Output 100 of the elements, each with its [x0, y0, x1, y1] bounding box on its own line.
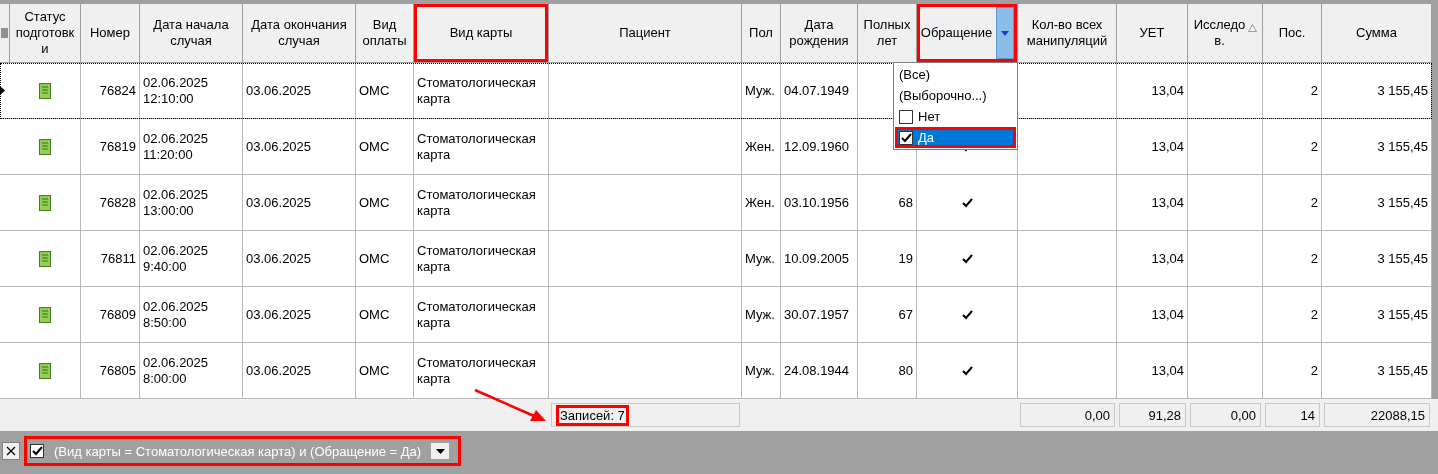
- table-cell: Стоматологическая карта: [414, 63, 549, 118]
- table-cell: 76819: [81, 119, 140, 174]
- table-cell: 02.06.2025 13:00:00: [143, 186, 209, 219]
- column-header[interactable]: Вид оплаты: [356, 4, 414, 62]
- table-cell: 03.06.2025: [243, 119, 356, 174]
- document-icon: [39, 362, 51, 379]
- table-cell: 76809: [81, 287, 140, 342]
- column-header[interactable]: Кол-во всех манипуляций: [1018, 4, 1117, 62]
- table-cell: 76805: [81, 343, 140, 398]
- table-cell: 13,04: [1117, 231, 1188, 286]
- document-icon: [39, 250, 51, 267]
- table-cell: ОМС: [356, 175, 414, 230]
- table-cell: 12.09.1960: [781, 119, 858, 174]
- document-icon: [39, 138, 51, 155]
- table-cell: 13,04: [1117, 175, 1188, 230]
- table-cell: Муж.: [742, 231, 781, 286]
- table-cell: 03.06.2025: [243, 343, 356, 398]
- table-cell: ОМС: [356, 63, 414, 118]
- table-cell: 02.06.2025 9:40:00: [143, 242, 209, 275]
- total-cell: 91,28: [1119, 403, 1186, 427]
- column-header[interactable]: Вид карты: [414, 4, 549, 62]
- table-cell: Стоматологическая карта: [414, 119, 549, 174]
- table-cell: 2: [1263, 63, 1322, 118]
- column-header[interactable]: Дата окончания случая: [243, 4, 356, 62]
- table-cell: ОМС: [356, 287, 414, 342]
- table-cell: ОМС: [356, 119, 414, 174]
- close-button[interactable]: [2, 442, 20, 460]
- table-cell: 03.06.2025: [243, 231, 356, 286]
- table-cell: 2: [1263, 343, 1322, 398]
- total-cell: 14: [1265, 403, 1320, 427]
- column-header[interactable]: Номер: [81, 4, 140, 62]
- table-cell: 67: [858, 287, 917, 342]
- table-cell: 80: [858, 343, 917, 398]
- table-cell: 02.06.2025 11:20:00: [143, 130, 209, 163]
- column-header[interactable]: Исследов.: [1188, 4, 1263, 62]
- column-header[interactable]: УЕТ: [1117, 4, 1188, 62]
- column-header[interactable]: Пациент: [549, 4, 742, 62]
- table-cell: 13,04: [1117, 119, 1188, 174]
- table-cell: Стоматологическая карта: [414, 343, 549, 398]
- table-cell: 2: [1263, 119, 1322, 174]
- dropdown-item[interactable]: (Выборочно...): [895, 85, 1016, 106]
- table-cell: 04.07.1949: [781, 63, 858, 118]
- dropdown-button[interactable]: [431, 443, 450, 459]
- total-cell: 22088,15: [1324, 403, 1430, 427]
- table-cell: Стоматологическая карта: [414, 175, 549, 230]
- dropdown-item[interactable]: (Все): [895, 64, 1016, 85]
- table-cell: 03.06.2025: [243, 63, 356, 118]
- table-cell: 13,04: [1117, 287, 1188, 342]
- table-cell: ОМС: [356, 231, 414, 286]
- document-icon: [39, 306, 51, 323]
- dropdown-item[interactable]: Да: [895, 127, 1016, 148]
- column-header[interactable]: Статус подготовки: [10, 4, 81, 62]
- checkbox[interactable]: [899, 130, 913, 145]
- table-cell: 03.10.1956: [781, 175, 858, 230]
- close-icon: [6, 446, 16, 456]
- column-header[interactable]: Дата рождения: [781, 4, 858, 62]
- table-cell: 3 155,45: [1322, 231, 1432, 286]
- record-count: Записей: 7: [556, 404, 629, 426]
- table-cell: 3 155,45: [1322, 287, 1432, 342]
- table-cell: 3 155,45: [1322, 119, 1432, 174]
- table-cell: Муж.: [742, 287, 781, 342]
- total-cell: 0,00: [1190, 403, 1261, 427]
- table-cell: 13,04: [1117, 63, 1188, 118]
- column-header[interactable]: Сумма: [1322, 4, 1432, 62]
- table-cell: 3 155,45: [1322, 175, 1432, 230]
- table-cell: 13,04: [1117, 343, 1188, 398]
- table-cell: Муж.: [742, 343, 781, 398]
- table-cell: 30.07.1957: [781, 287, 858, 342]
- table-cell: ОМС: [356, 343, 414, 398]
- table-cell: Стоматологическая карта: [414, 231, 549, 286]
- table-cell: 68: [858, 175, 917, 230]
- table-cell: 76828: [81, 175, 140, 230]
- checkbox[interactable]: [30, 444, 44, 458]
- table-cell: 19: [858, 231, 917, 286]
- caret-icon: [435, 448, 445, 454]
- table-cell: 03.06.2025: [243, 175, 356, 230]
- table-cell: 3 155,45: [1322, 63, 1432, 118]
- table-cell: 24.08.1944: [781, 343, 858, 398]
- table-cell: 02.06.2025 8:00:00: [143, 354, 209, 387]
- column-header[interactable]: Обращение: [917, 4, 1018, 62]
- table-cell: 10.09.2005: [781, 231, 858, 286]
- table-cell: Жен.: [742, 119, 781, 174]
- checkbox[interactable]: [899, 109, 913, 124]
- table-cell: Муж.: [742, 63, 781, 118]
- table-cell: 76824: [81, 63, 140, 118]
- table-cell: 2: [1263, 231, 1322, 286]
- table-cell: Жен.: [742, 175, 781, 230]
- total-cell: 0,00: [1020, 403, 1115, 427]
- column-header[interactable]: Пос.: [1263, 4, 1322, 62]
- table-cell: 03.06.2025: [243, 287, 356, 342]
- table-cell: 2: [1263, 287, 1322, 342]
- column-header[interactable]: Пол: [742, 4, 781, 62]
- table-cell: 3 155,45: [1322, 343, 1432, 398]
- document-icon: [39, 82, 51, 99]
- table-cell: 02.06.2025 12:10:00: [143, 74, 209, 107]
- caret-icon: [1001, 30, 1009, 36]
- document-icon: [39, 194, 51, 211]
- table-cell: 2: [1263, 175, 1322, 230]
- column-header[interactable]: Дата начала случая: [140, 4, 243, 62]
- table-cell: Стоматологическая карта: [414, 287, 549, 342]
